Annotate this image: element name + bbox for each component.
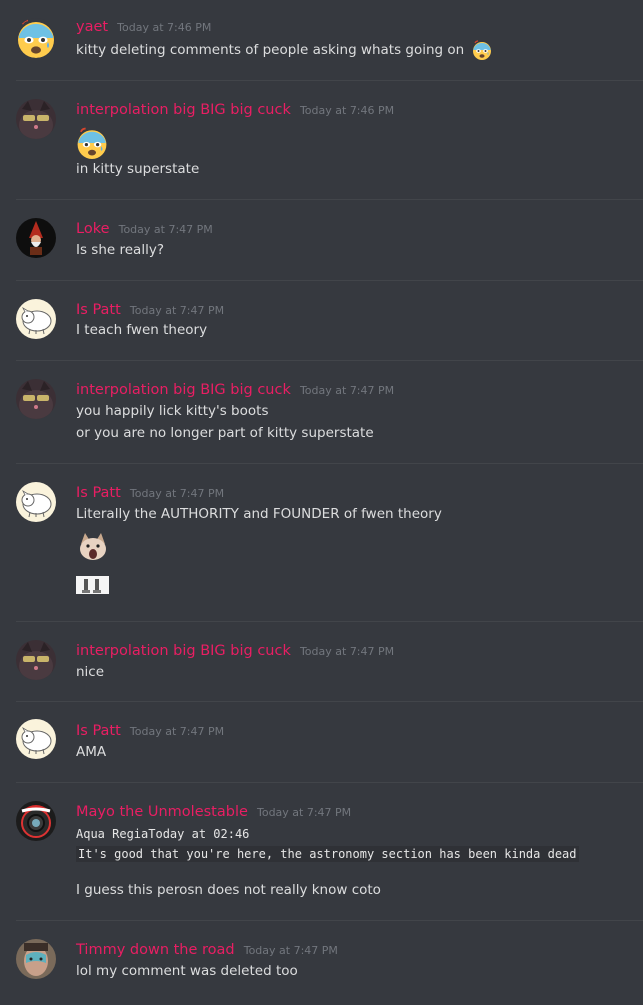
avatar[interactable] [16,218,56,258]
white-dog-sketch-avatar [16,299,56,339]
author-name[interactable]: Timmy down the road [76,942,235,958]
cold-sweat-emoji-icon [16,18,56,58]
avatar[interactable] [16,640,56,680]
message-line: I guess this perosn does not really know… [76,882,381,898]
cold-sweat-emoji-icon [76,127,108,159]
message-line: nice [76,664,105,680]
author-name[interactable]: interpolation big BIG big cuck [76,643,291,659]
quoted-code-line: It's good that you're here, the astronom… [76,846,579,862]
quoted-code-line: Aqua RegiaToday at 02:46 [76,827,250,841]
timestamp: Today at 7:46 PM [117,21,212,34]
face-with-paint-avatar [16,939,56,979]
message-line: kitty deleting comments of people asking… [76,42,465,58]
avatar[interactable] [16,379,56,419]
author-name[interactable]: yaet [76,19,108,35]
timestamp: Today at 7:47 PM [118,223,213,236]
message-divider [16,80,643,81]
author-name[interactable]: Is Patt [76,485,121,501]
message-line: you happily lick kitty's boots [76,403,269,419]
author-name[interactable]: Mayo the Unmolestable [76,804,248,820]
message-divider [16,920,643,921]
santa-hat-camera-avatar [16,801,56,841]
avatar[interactable] [16,299,56,339]
message-line: lol my comment was deleted too [76,963,298,979]
cold-sweat-emoji-icon [471,40,492,60]
message-divider [16,463,643,464]
message-text: kitty deleting comments of people asking… [76,40,492,60]
message-line: in kitty superstate [76,161,200,177]
message-line: or you are no longer part of kitty super… [76,425,374,441]
avatar[interactable] [16,482,56,522]
timestamp: Today at 7:47 PM [299,645,395,658]
cat-with-sunglasses-avatar [16,640,56,680]
message-line: I teach fwen theory [76,322,208,338]
message-divider [16,280,643,281]
author-name[interactable]: Is Patt [76,302,121,318]
image-thumbnail-icon [82,579,101,593]
gnome-figure-avatar [16,218,56,258]
message-divider [16,360,643,361]
small-image-attachment[interactable] [76,576,109,594]
cat-with-sunglasses-avatar [16,379,56,419]
timestamp: Today at 7:47 PM [129,304,225,317]
white-dog-sketch-avatar [16,482,56,522]
timestamp: Today at 7:47 PM [256,806,352,819]
timestamp: Today at 7:47 PM [299,384,395,397]
author-name[interactable]: interpolation big BIG big cuck [76,102,291,118]
message-line: AMA [76,744,107,760]
white-dog-sketch-avatar [16,719,56,759]
avatar[interactable] [16,801,56,841]
cat-with-sunglasses-avatar [16,99,56,139]
message-line: Is she really? [76,242,164,258]
message-divider [16,701,643,702]
message-line: Literally the AUTHORITY and FOUNDER of f… [76,506,442,522]
pop-cat-emoji-icon[interactable] [76,530,110,562]
timestamp: Today at 7:47 PM [129,487,225,500]
timestamp: Today at 7:47 PM [129,725,225,738]
message-divider [16,199,643,200]
message-divider [16,782,643,783]
author-name[interactable]: interpolation big BIG big cuck [76,382,291,398]
avatar[interactable] [16,719,56,759]
avatar[interactable] [16,939,56,979]
timestamp: Today at 7:47 PM [243,944,338,957]
timestamp: Today at 7:46 PM [299,104,395,117]
avatar[interactable] [16,99,56,139]
author-name[interactable]: Is Patt [76,723,121,739]
avatar[interactable] [16,18,56,58]
author-name[interactable]: Loke [76,221,110,237]
message-divider [16,621,643,622]
